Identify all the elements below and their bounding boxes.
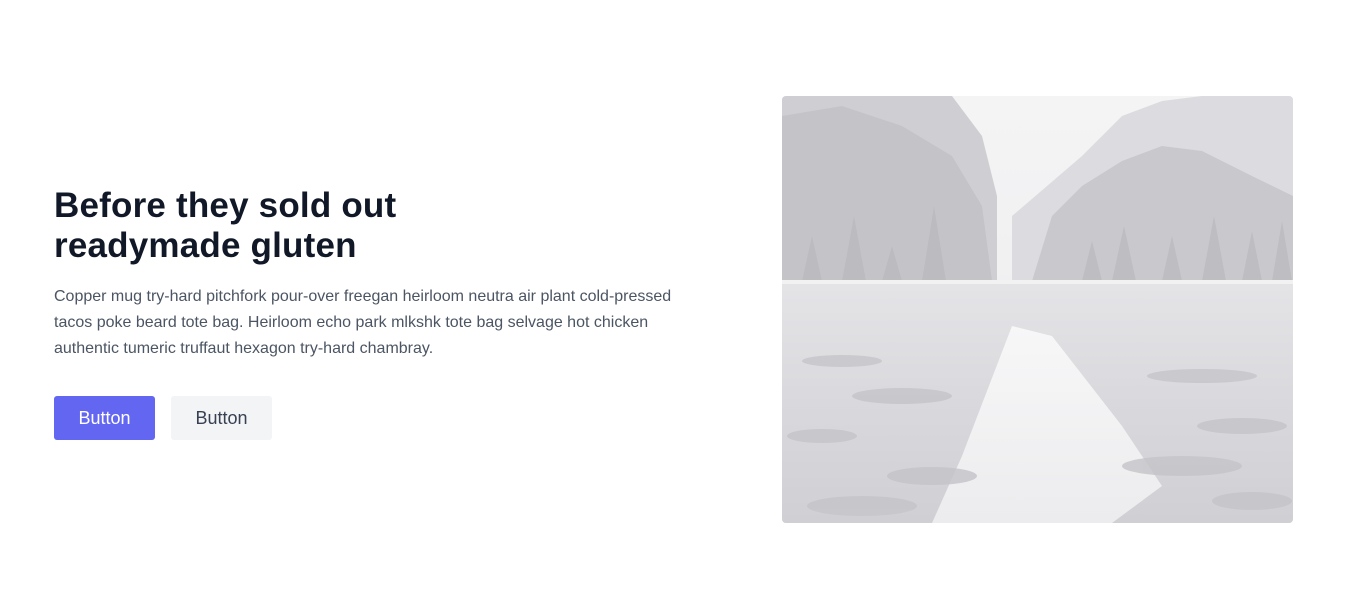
hero-button-row: Button Button [54,396,714,440]
secondary-button[interactable]: Button [171,396,272,440]
hero-description-line: authentic tumeric truffaut hexagon try-h… [54,340,434,357]
landscape-image [782,96,1293,523]
hero-section: Before they sold out readymade gluten Co… [0,0,1345,594]
hero-text-column: Before they sold out readymade gluten Co… [54,186,714,440]
hero-title-line: readymade gluten [54,226,357,265]
primary-button[interactable]: Button [54,396,155,440]
hero-title-line: Before they sold out [54,186,397,225]
hero-description: Copper mug try-hard pitchfork pour-over … [54,284,714,362]
hero-description-line: Copper mug try-hard pitchfork pour-over … [54,288,672,305]
hero-title: Before they sold out readymade gluten [54,186,714,266]
hero-image [782,96,1293,523]
hero-description-line: tacos poke beard tote bag. Heirloom echo… [54,314,649,331]
